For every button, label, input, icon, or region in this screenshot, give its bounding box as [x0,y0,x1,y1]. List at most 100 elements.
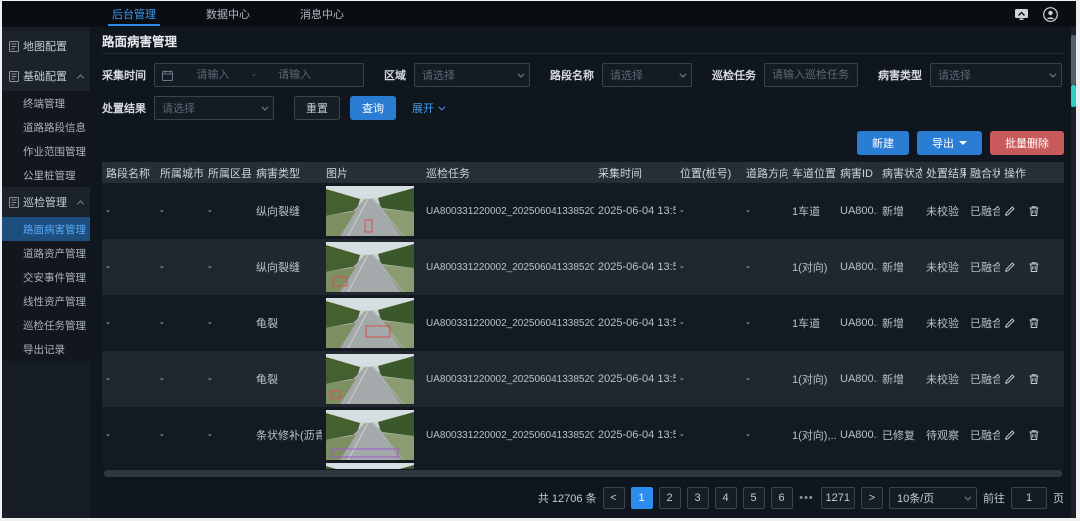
page-button[interactable]: 4 [715,487,737,509]
display-icon[interactable] [1014,8,1029,21]
chevron-down-icon [679,70,686,77]
reset-button[interactable]: 重置 [294,96,340,120]
pagination-ellipsis[interactable]: ••• [799,492,815,504]
main-content: 路面病害管理 采集时间 [90,27,1076,518]
table-cell-collect-time: 2025-06-04 13:50 [594,205,676,217]
next-page-button[interactable]: > [861,487,883,509]
collect-time-label: 采集时间 [102,67,146,83]
table-cell-direction: - [742,429,788,441]
table-cell-direction: - [742,205,788,217]
edit-icon[interactable] [1004,261,1016,273]
row-image[interactable] [322,186,422,236]
sidebar-item[interactable]: 路面病害管理 [2,217,90,241]
table-cell-disease-type: 条状修补(沥青) [252,427,322,443]
column-header: 图片 [322,165,422,181]
page-button[interactable]: 6 [771,487,793,509]
table-cell-status: 新增 [878,315,922,331]
sidebar-item[interactable]: 导出记录 [2,337,90,361]
table-cell-collect-time: 2025-06-04 13:50 [594,317,676,329]
collect-time-range-picker[interactable]: - [154,63,364,87]
sidebar-group[interactable]: 巡检管理 [2,187,90,217]
disease-type-select[interactable]: 请选择 [930,63,1062,87]
pagination: 共 12706 条 < 123456 ••• 1271 > 10条/页 前往 页 [90,478,1076,518]
nav-tab[interactable]: 消息中心 [290,1,354,27]
row-actions [1000,373,1050,385]
table-cell-district: - [204,373,252,385]
collect-time-end-input[interactable] [260,69,330,81]
table-cell-position: - [676,317,742,329]
export-button[interactable]: 导出 [917,131,982,155]
table-cell-direction: - [742,317,788,329]
edit-icon[interactable] [1004,205,1016,217]
table-cell-disease-id: UA800... [836,317,878,329]
edit-icon[interactable] [1004,373,1016,385]
collect-time-start-input[interactable] [178,69,248,81]
table-cell-road-name: - [102,373,156,385]
sidebar-item[interactable]: 公里桩管理 [2,163,90,187]
prev-page-button[interactable]: < [603,487,625,509]
delete-icon[interactable] [1028,261,1040,273]
page-button[interactable]: 1 [631,487,653,509]
sidebar-item[interactable]: 线性资产管理 [2,289,90,313]
batch-delete-button[interactable]: 批量删除 [990,131,1064,155]
sidebar-item[interactable]: 巡检任务管理 [2,313,90,337]
row-image[interactable] [322,298,422,348]
disease-type-select-value: 请选择 [938,67,971,83]
sidebar-item[interactable]: 交安事件管理 [2,265,90,289]
sidebar-item[interactable]: 作业范围管理 [2,139,90,163]
task-input[interactable] [772,69,850,81]
sidebar-item[interactable]: 道路路段信息 [2,115,90,139]
last-page-button[interactable]: 1271 [821,487,855,509]
table-cell-lane: 1(对向) [788,371,836,387]
result-select[interactable]: 请选择 [154,96,274,120]
query-button[interactable]: 查询 [350,96,396,120]
table-cell-lane: 1车道 [788,203,836,219]
edit-icon[interactable] [1004,317,1016,329]
vertical-scrollbar-thumb[interactable] [1071,35,1076,85]
table-cell-district: - [204,205,252,217]
task-input-box[interactable] [764,63,858,87]
document-icon [9,41,19,52]
export-label: 导出 [932,135,954,151]
nav-tab[interactable]: 数据中心 [196,1,260,27]
column-header: 病害ID [836,165,878,181]
table-cell-fusion: 已融合 [966,427,1000,443]
page-button[interactable]: 3 [687,487,709,509]
page-size-select[interactable]: 10条/页 [889,487,977,509]
chevron-up-icon [77,200,84,207]
table-cell-disease-type: 龟裂 [252,371,322,387]
row-image[interactable] [322,354,422,404]
sidebar-item[interactable]: 道路资产管理 [2,241,90,265]
delete-icon[interactable] [1028,373,1040,385]
goto-page-input[interactable] [1014,492,1044,504]
chevron-down-icon [261,103,268,110]
row-image[interactable] [322,242,422,292]
region-select[interactable]: 请选择 [414,63,530,87]
edit-icon[interactable] [1004,429,1016,441]
sidebar-group[interactable]: 地图配置 [2,31,90,61]
column-header: 位置(桩号) [676,165,742,181]
user-avatar-icon[interactable] [1043,7,1058,22]
table-cell-task: UA800331220002_20250604133852059 [422,206,594,217]
delete-icon[interactable] [1028,317,1040,329]
table-cell-status: 新增 [878,371,922,387]
table-row: ---纵向裂缝UA800331220002_202506041338520592… [102,183,1064,239]
horizontal-scrollbar-thumb[interactable] [104,470,1062,477]
top-navbar: 后台管理 数据中心 消息中心 [2,1,1076,27]
delete-icon[interactable] [1028,205,1040,217]
page-button[interactable]: 2 [659,487,681,509]
nav-tab[interactable]: 后台管理 [102,1,166,27]
road-name-select[interactable]: 请选择 [602,63,692,87]
create-button[interactable]: 新建 [857,131,909,155]
road-name-label: 路段名称 [550,67,594,83]
table-cell-fusion: 已融合 [966,315,1000,331]
vertical-scrollbar[interactable] [1071,27,1076,518]
page-title: 路面病害管理 [102,31,177,50]
expand-link[interactable]: 展开 [412,100,443,116]
sidebar-item[interactable]: 终端管理 [2,91,90,115]
sidebar-group[interactable]: 基础配置 [2,61,90,91]
row-image[interactable] [322,410,422,460]
page-suffix: 页 [1053,490,1064,506]
delete-icon[interactable] [1028,429,1040,441]
page-button[interactable]: 5 [743,487,765,509]
